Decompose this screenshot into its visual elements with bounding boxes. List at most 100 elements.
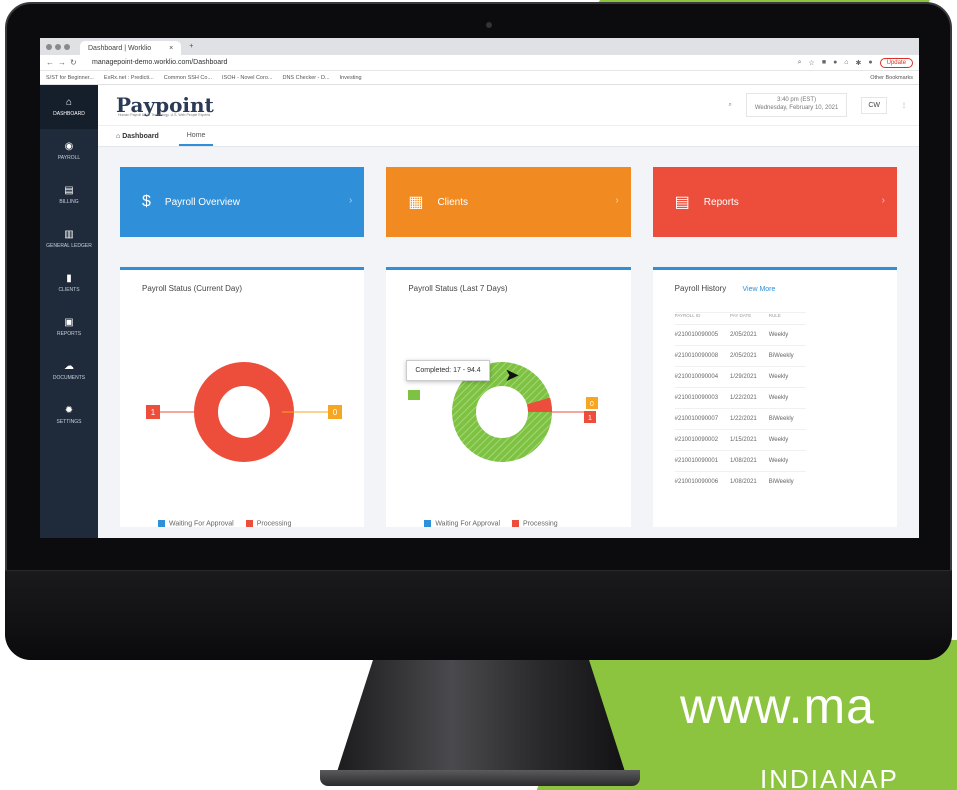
tile-label: Reports bbox=[703, 196, 739, 208]
pay-rule: Weekly bbox=[768, 437, 789, 443]
payroll-overview-tile[interactable]: $ Payroll Overview › bbox=[120, 167, 365, 237]
payroll-id[interactable]: #210010090003 bbox=[675, 388, 730, 409]
sidebar-item-label: Dashboard bbox=[53, 111, 85, 117]
gear-icon: ✹ bbox=[64, 405, 74, 416]
payroll-id[interactable]: #210010090005 bbox=[675, 325, 730, 346]
processing-ring[interactable] bbox=[194, 362, 294, 462]
report-icon: ▤ bbox=[674, 194, 690, 211]
update-button[interactable]: Update bbox=[879, 57, 913, 68]
current-day-donut-chart: 1 0 bbox=[146, 362, 342, 462]
new-tab-button[interactable]: + bbox=[189, 43, 193, 50]
star-icon[interactable]: ☆ bbox=[809, 59, 815, 67]
clients-tile[interactable]: ▦ Clients › bbox=[386, 167, 631, 237]
window-controls bbox=[46, 43, 70, 50]
pay-date: 1/22/2021 bbox=[730, 416, 757, 422]
bookmark-item[interactable]: Common SSH Co... bbox=[164, 75, 212, 81]
monitor-chin bbox=[5, 570, 952, 660]
table-row[interactable]: #210010090007 1/22/2021 BiWeekly bbox=[674, 408, 806, 430]
puzzle-icon[interactable]: ✱ bbox=[856, 59, 862, 67]
camera-dot bbox=[486, 22, 492, 28]
payroll-id[interactable]: #210010090002 bbox=[675, 430, 730, 451]
legend-label: Waiting For Approval bbox=[169, 520, 234, 527]
chart-legend: Waiting For Approval Processing bbox=[158, 519, 292, 527]
promo-city-text: INDIANAP bbox=[760, 764, 899, 790]
sidebar-item-reports[interactable]: ▣ Reports bbox=[40, 305, 98, 349]
legend-item[interactable]: Processing bbox=[245, 519, 292, 527]
sidebar-item-settings[interactable]: ✹ Settings bbox=[40, 393, 98, 437]
payroll-id[interactable]: #210010090008 bbox=[675, 346, 730, 367]
extension-icon[interactable]: ⌂ bbox=[844, 59, 848, 66]
pay-date: 1/29/2021 bbox=[730, 374, 757, 380]
table-row[interactable]: #210010090004 1/29/2021 Weekly bbox=[674, 366, 806, 388]
table-row[interactable]: #210010090008 2/05/2021 BiWeekly bbox=[674, 345, 806, 367]
sidebar-item-billing[interactable]: ▤ Billing bbox=[40, 173, 98, 217]
search-icon[interactable]: ⌕ bbox=[728, 102, 731, 109]
bookmark-item[interactable]: S/ST for Beginner... bbox=[46, 75, 94, 81]
sidebar-item-dashboard[interactable]: ⌂ Dashboard bbox=[40, 85, 98, 129]
sidebar-item-general-ledger[interactable]: ▥ General Ledger bbox=[40, 217, 98, 261]
sidebar-item-clients[interactable]: ▮ Clients bbox=[40, 261, 98, 305]
current-time: 3:40 pm (EST) bbox=[777, 97, 817, 104]
payroll-history-table: PAYROLL ID PAY DATE RULE #210010090005 2/… bbox=[674, 312, 806, 493]
completed-ring[interactable] bbox=[452, 362, 553, 462]
more-vertical-icon[interactable]: ⋮ bbox=[901, 102, 907, 109]
url-field[interactable]: managepoint-demo.worklio.com/Dashboard bbox=[92, 59, 227, 66]
reload-icon[interactable]: ↻ bbox=[70, 58, 82, 67]
tab-home[interactable]: Home bbox=[178, 132, 214, 146]
table-row[interactable]: #210010090001 1/08/2021 Weekly bbox=[674, 450, 806, 472]
sidebar-item-label: Reports bbox=[56, 331, 82, 337]
browser-tab[interactable]: Dashboard | Worklio × bbox=[80, 41, 182, 55]
bookmark-item[interactable]: ISOH - Novel Coro... bbox=[222, 75, 272, 81]
column-header: RULE bbox=[768, 313, 781, 318]
tab-title: Dashboard | Worklio bbox=[88, 44, 152, 52]
minimize-window-dot[interactable] bbox=[55, 43, 61, 50]
bookmark-item[interactable]: ExRx.net : Predicti... bbox=[104, 75, 154, 81]
reports-tile[interactable]: ▤ Reports › bbox=[652, 167, 897, 237]
profile-icon[interactable]: ● bbox=[868, 59, 872, 66]
maximize-window-dot[interactable] bbox=[64, 43, 70, 50]
payroll-id[interactable]: #210010090006 bbox=[675, 472, 730, 493]
building-icon: ▦ bbox=[408, 194, 424, 211]
extension-icon[interactable]: ■ bbox=[822, 59, 826, 66]
promo-url-text: www.ma bbox=[680, 678, 875, 734]
tab-close-icon[interactable]: × bbox=[169, 45, 173, 52]
chart-tooltip: Completed: 17 - 94.4 bbox=[406, 360, 490, 381]
view-more-link[interactable]: View More bbox=[742, 286, 775, 293]
monitor-screen: Dashboard | Worklio × + ← → ↻ managepoin… bbox=[40, 38, 919, 538]
extension-icon[interactable]: ● bbox=[833, 59, 837, 66]
sidebar-item-label: General Ledger bbox=[46, 243, 92, 249]
payroll-id[interactable]: #210010090007 bbox=[675, 409, 730, 430]
back-icon[interactable]: ← bbox=[46, 58, 58, 67]
chevron-right-icon: › bbox=[881, 195, 885, 206]
legend-swatch bbox=[158, 519, 165, 527]
zoom-icon[interactable]: ⌕ bbox=[798, 59, 802, 67]
table-row[interactable]: #210010090006 1/08/2021 BiWeekly bbox=[674, 471, 806, 493]
bookmark-item[interactable]: DNS Checker - D... bbox=[282, 75, 329, 81]
payroll-id[interactable]: #210010090004 bbox=[675, 367, 730, 388]
payroll-id[interactable]: #210010090001 bbox=[675, 451, 730, 472]
other-bookmarks[interactable]: Other Bookmarks bbox=[870, 75, 913, 81]
sidebar-item-label: Settings bbox=[56, 419, 82, 425]
home-icon: ⌂ bbox=[116, 132, 121, 140]
legend-item[interactable]: Waiting For Approval bbox=[424, 519, 500, 527]
card-title: Payroll History View More bbox=[675, 284, 776, 293]
breadcrumb-dashboard[interactable]: ⌂ Dashboard bbox=[116, 133, 159, 140]
payroll-icon: ◉ bbox=[64, 141, 74, 152]
legend-item[interactable]: Waiting For Approval bbox=[158, 519, 234, 527]
bookmark-item[interactable]: Investing bbox=[340, 75, 362, 81]
pay-rule: BiWeekly bbox=[768, 416, 794, 422]
processing-arc[interactable] bbox=[527, 397, 553, 413]
table-row[interactable]: #210010090003 1/22/2021 Weekly bbox=[674, 387, 806, 409]
table-row[interactable]: #210010090005 2/05/2021 Weekly bbox=[674, 324, 806, 346]
forward-icon[interactable]: → bbox=[58, 58, 70, 67]
close-window-dot[interactable] bbox=[46, 43, 52, 50]
chevron-right-icon: › bbox=[348, 195, 353, 206]
legend-item[interactable]: Processing bbox=[512, 519, 558, 527]
user-avatar[interactable]: CW bbox=[861, 96, 887, 114]
table-row[interactable]: #210010090002 1/15/2021 Weekly bbox=[674, 429, 806, 451]
column-header: PAY DATE bbox=[730, 313, 752, 318]
sidebar-item-payroll[interactable]: ◉ Payroll bbox=[40, 129, 98, 173]
sidebar-item-documents[interactable]: ☁ Documents bbox=[40, 349, 98, 393]
legend-label: Processing bbox=[256, 520, 292, 527]
sidebar: ⌂ Dashboard ◉ Payroll ▤ Billing ▥ Genera… bbox=[40, 85, 98, 538]
